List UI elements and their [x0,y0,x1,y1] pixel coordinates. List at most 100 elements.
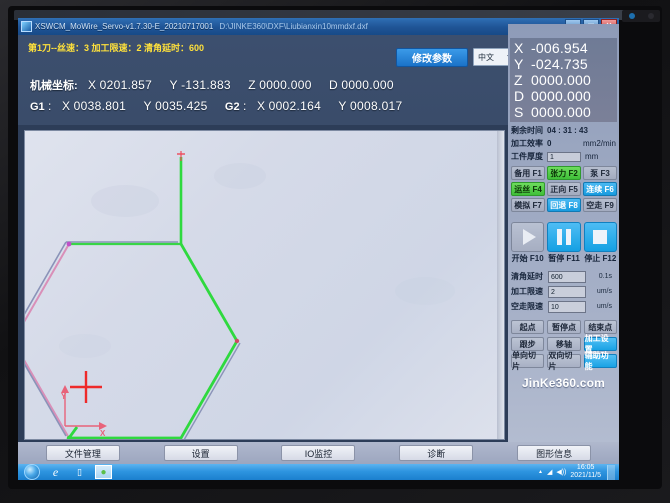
clock-time: 16:05 [576,464,595,471]
bottom-button-1[interactable]: 文件管理 [45,445,120,461]
dro-row-y: Y -024.735 [514,56,617,72]
part-outline-hexagon [25,243,239,439]
show-desktop-button[interactable] [607,464,615,480]
action-button-grid: 起点 暂停点 结束点跟步 移轴 加工设置单向切片 双向切片 辅助功能 [511,320,617,371]
axis-indicator [61,385,107,430]
dro-row-d: D 0000.000 [514,88,617,104]
screen: XSWCM_MoWire_Servo-v1.7.30-E_20210717001… [18,18,619,480]
function-key-9[interactable]: 空走 F9 [583,198,617,212]
stop-button[interactable] [583,222,617,252]
dro-axis-value: -024.735 [531,56,588,72]
transport-button-row [511,222,617,252]
status-led-icon [647,13,654,19]
efficiency-value: 0 [547,139,552,148]
machine-y-axis-label: Y [169,78,178,92]
pause-button[interactable] [547,222,581,252]
function-key-4[interactable]: 运丝 F4 [511,182,545,196]
thickness-unit: mm [585,152,599,161]
lead-in-start-marker [177,151,185,161]
parameter-input[interactable]: 600 [548,270,586,283]
modify-params-button[interactable]: 修改参数 [396,48,468,67]
stop-icon [593,230,608,244]
bottom-button-5[interactable]: 图形信息 [517,445,592,461]
control-panel: X -006.954 Y -024.735 Z 0000.000 D 0000.000 S 000… [508,24,619,444]
offset-guide-path [25,241,67,437]
g2-label: G2 [224,101,240,113]
cut-info-text: 第1刀--丝速：3 加工限速：2 清角延时：600 [28,43,205,53]
brand-label: JinKe360.com [521,376,606,390]
efficiency-label: 加工效率 [511,139,543,148]
action-button-5[interactable]: 移轴 [547,337,581,351]
dro-axis-label: X [514,40,524,56]
dro-axis-value: 0000.000 [531,88,591,104]
machine-coord-label: 机械坐标: [30,80,78,92]
transport-label-2: 暂停 F11 [548,254,580,263]
dro-axis-label: D [514,88,525,104]
function-key-3[interactable]: 泵 F3 [583,166,617,180]
g1-x-axis-label: X [62,99,71,113]
efficiency-row: 加工效率 0 mm2/min [511,137,617,150]
function-key-8[interactable]: 回退 F8 [547,198,581,212]
function-key-1[interactable]: 备用 F1 [511,166,545,180]
window-file-path: D:\JINKE360\DXF\Liubianxin10mmdxf.dxf [219,22,368,31]
action-button-7[interactable]: 单向切片 [511,351,545,371]
bottom-button-2[interactable]: 设置 [163,445,238,461]
parameter-input[interactable]: 2 [548,285,586,298]
g2-x-value: 0002.164 [268,99,322,113]
bezel-led-bar [622,10,660,22]
function-key-2[interactable]: 张力 F2 [547,166,581,180]
dro-row-s: S 0000.000 [514,104,617,120]
action-button-2[interactable]: 暂停点 [547,320,581,334]
g1-separator: : [48,99,52,113]
g1-y-value: 0035.425 [155,99,208,113]
node-point [66,435,72,439]
clock-date: 2021/11/5 [570,472,601,479]
action-button-1[interactable]: 起点 [511,320,545,334]
node-point [234,338,240,344]
function-key-7[interactable]: 模拟 F7 [511,198,545,212]
action-button-9[interactable]: 辅助功能 [583,351,617,371]
parameter-input[interactable]: 10 [548,300,586,313]
action-button-6[interactable]: 加工设置 [583,334,617,354]
bottom-button-4[interactable]: 诊断 [399,445,474,461]
machine-coordinate-row: 机械坐标: X 0201.857 Y -131.883 Z 0000.000 D… [30,77,394,93]
folder-icon[interactable]: ▯ [71,465,88,479]
volume-icon[interactable]: ◀)) [556,468,566,476]
graphics-canvas[interactable]: Y X [24,130,505,440]
canvas-scrollbar[interactable] [497,131,504,439]
machine-x-axis-label: X [88,78,97,92]
bottom-button-bar: 文件管理 设置 IO监控 诊断 图形信息 [18,442,619,464]
play-button[interactable] [511,222,545,252]
thickness-input[interactable]: 1 [547,151,581,162]
machine-y-value: -131.883 [181,78,231,92]
tray-arrow-icon[interactable]: ▲ [538,469,543,475]
g1-y-axis-label: Y [143,99,152,113]
function-key-5[interactable]: 正向 F5 [547,182,581,196]
dro-axis-value: 0000.000 [531,104,591,120]
digital-readout: X -006.954 Y -024.735 Z 0000.000 D 0000.000 S 000… [510,38,617,122]
g1-label: G1 [30,101,45,113]
parameter-unit: um/s [596,288,612,295]
parameter-unit: 0.1s [598,273,612,280]
internet-explorer-icon[interactable]: e [47,465,64,479]
axis-y-label: Y [61,392,67,401]
action-button-8[interactable]: 双向切片 [547,351,581,371]
network-icon[interactable]: ◢ [547,468,552,476]
g2-x-axis-label: X [256,99,266,113]
function-key-6[interactable]: 连续 F6 [583,182,617,196]
dro-axis-label: Y [514,56,524,72]
remaining-time-row: 剩余时间 04 : 31 : 43 [511,124,617,137]
start-orb-icon[interactable] [24,464,40,480]
machine-z-axis-label: Z [248,78,256,92]
wire-edm-app-icon[interactable]: ● [95,465,112,479]
machine-z-value: 0000.000 [259,78,312,92]
bottom-button-3[interactable]: IO监控 [281,445,356,461]
dro-axis-label: S [514,104,524,120]
taskbar-clock[interactable]: 16:05 2021/11/5 [570,464,603,480]
action-button-3[interactable]: 结束点 [583,320,617,334]
system-tray: ▲ ◢ ◀)) 16:05 2021/11/5 [538,464,619,480]
node-point [66,241,72,247]
action-button-4[interactable]: 跟步 [511,337,545,351]
windows-taskbar: e ▯ ● ▲ ◢ ◀)) 16:05 2021/11/5 [18,464,619,480]
pause-icon [556,229,571,245]
